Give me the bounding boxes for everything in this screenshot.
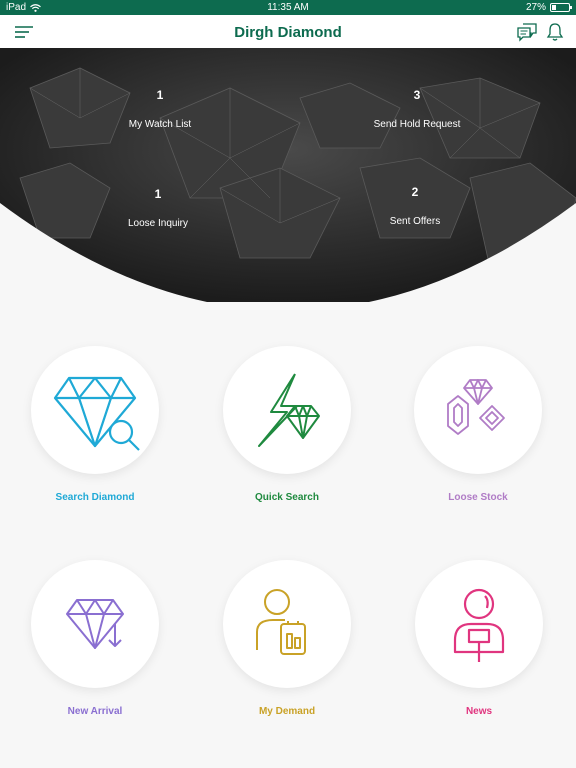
tile-label: My Demand [258,706,316,717]
tile-label: News [465,706,493,717]
app-title: Dirgh Diamond [234,24,342,41]
stat-count: 1 [156,88,164,102]
stat-count: 3 [413,88,421,102]
tile-label: Quick Search [255,492,319,503]
status-right: 27% [525,2,572,13]
my-demand-icon [256,589,306,655]
stat-label: My Watch List [128,119,192,130]
tile-label: New Arrival [67,706,123,717]
new-arrival-icon [66,599,124,649]
stat-sent-offers[interactable]: 2 Sent Offers [325,185,505,227]
tile-circle [223,560,351,688]
tile-label: Search Diamond [55,492,135,503]
bell-icon[interactable] [546,22,564,42]
stat-label: Sent Offers [389,216,441,227]
battery-icon [550,3,572,12]
stat-watch-list[interactable]: 1 My Watch List [70,88,250,130]
battery-percent: 27% [525,2,546,13]
tile-circle [31,560,159,688]
clock: 11:35 AM [267,2,309,13]
stat-label: Send Hold Request [373,119,461,130]
search-diamond-icon [53,376,140,451]
diamonds-background [0,48,576,302]
stat-count: 2 [411,185,419,199]
chat-icon[interactable] [516,22,538,42]
tile-circle [223,346,351,474]
stat-loose-inquiry[interactable]: 1 Loose Inquiry [68,187,248,229]
quick-search-icon [258,373,320,447]
status-bar: iPad 11:35 AM 27% [0,0,576,15]
news-icon [453,588,505,662]
tile-circle [414,346,542,474]
tile-label: Loose Stock [448,492,508,503]
hero-banner: 1 My Watch List 3 Send Hold Request 1 Lo… [0,48,576,302]
tile-circle [415,560,543,688]
nav-bar: Dirgh Diamond [0,15,576,49]
stat-count: 1 [154,187,162,201]
stat-hold-request[interactable]: 3 Send Hold Request [327,88,507,130]
stat-label: Loose Inquiry [127,218,189,229]
loose-stock-icon [447,379,505,435]
tile-circle [31,346,159,474]
